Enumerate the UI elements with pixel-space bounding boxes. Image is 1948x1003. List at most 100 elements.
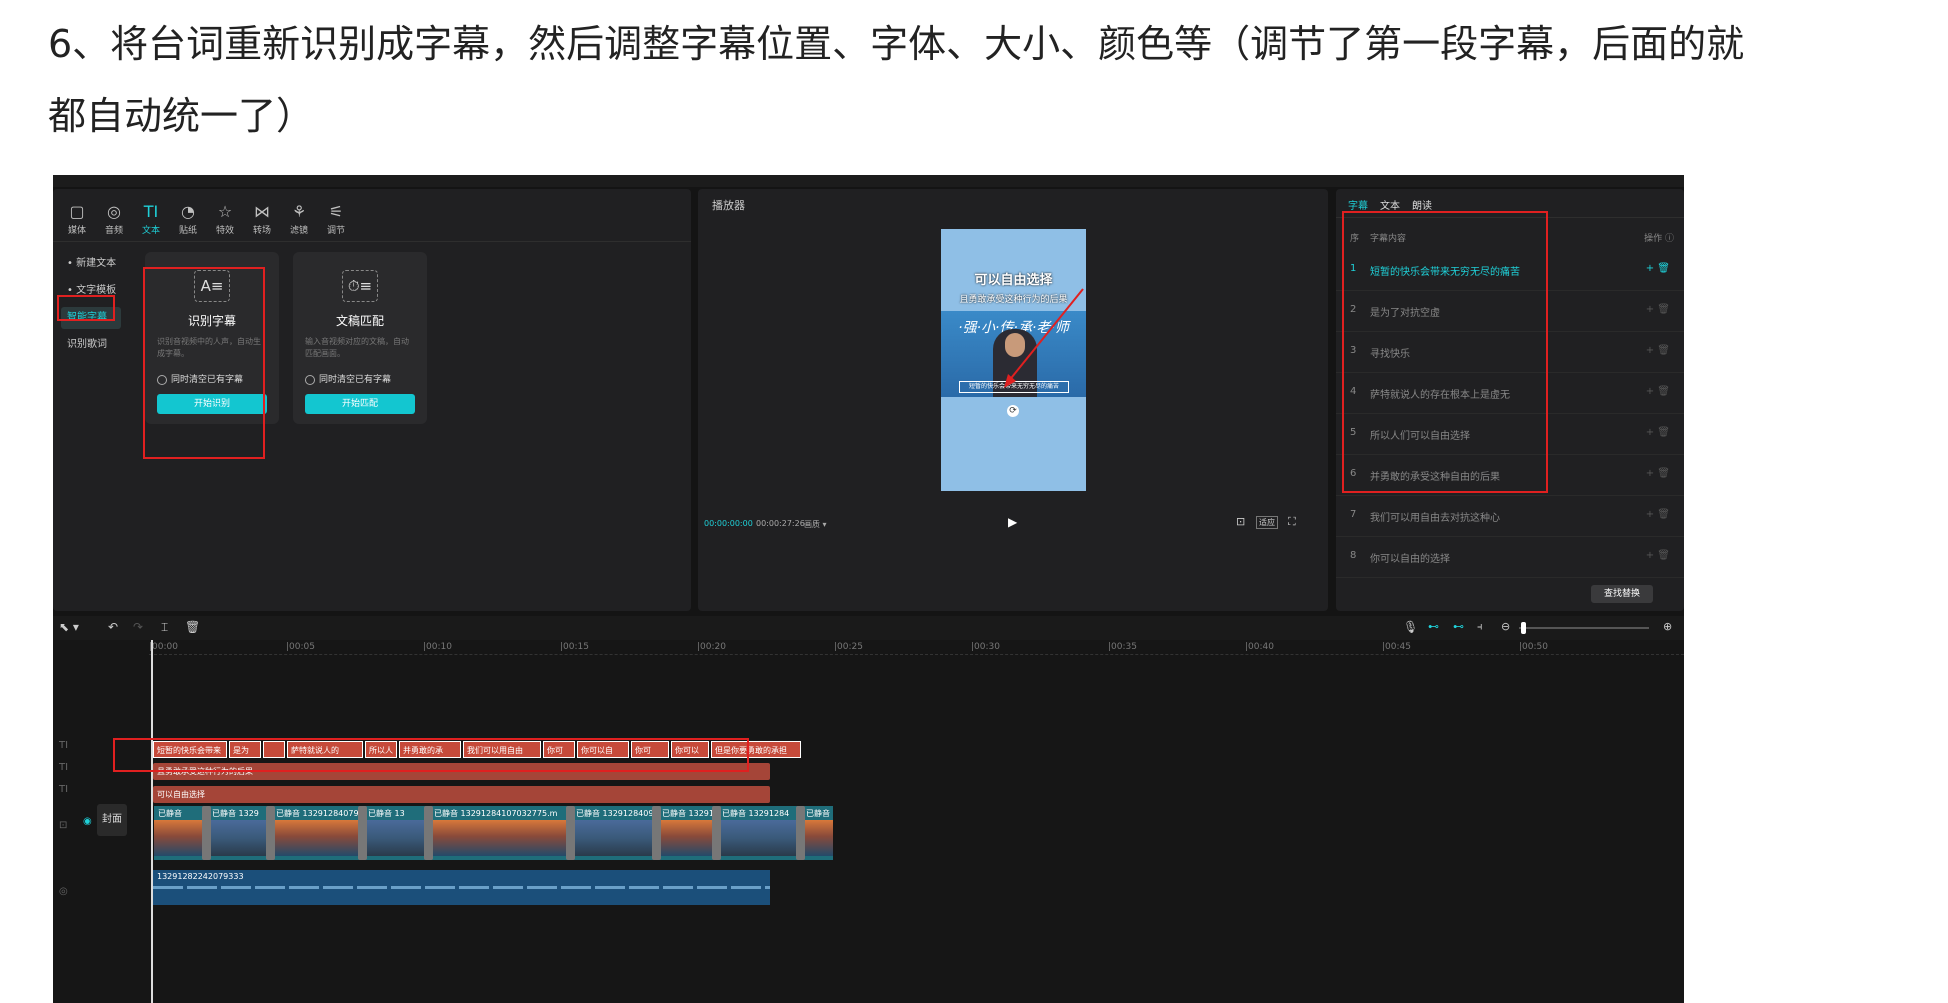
video-clip[interactable]: 已静音 132912840949 [571, 806, 657, 860]
tool-icon-6: ⚘ [291, 202, 307, 221]
microphone-icon[interactable]: 🎙 [1403, 620, 1418, 634]
transition-handle[interactable] [424, 806, 433, 860]
video-clip[interactable]: 已静音 132912840792 [271, 806, 363, 860]
row-actions-icon[interactable]: + 🗑 [1646, 550, 1670, 561]
tool-icon-2: TI [143, 202, 159, 221]
text-bar-2[interactable]: 可以自由选择 [153, 786, 770, 803]
audio-clip[interactable]: 13291282242079333 [153, 870, 770, 905]
ruler-tick-label: |00:00 [149, 642, 178, 652]
row-actions-icon[interactable]: + 🗑 [1646, 386, 1670, 397]
row-actions-icon[interactable]: + 🗑 [1646, 427, 1670, 438]
track-visibility-icon[interactable]: ◉ [83, 816, 92, 827]
script-match-card[interactable]: ⏱≡ 文稿匹配 输入音视频对应的文稿，自动匹配画面。 同时清空已有字幕 开始匹配 [293, 252, 427, 424]
redo-icon[interactable]: ↷ [133, 620, 143, 634]
transition-handle[interactable] [202, 806, 211, 860]
select-tool-icon[interactable]: ⬉ ▾ [59, 620, 79, 634]
video-clip-label: 已静音 13 [368, 809, 405, 818]
highlight-subtitle-track [113, 738, 749, 772]
transition-handle[interactable] [566, 806, 575, 860]
subtitle-tab-1[interactable]: 文本 [1380, 197, 1400, 212]
clear-subtitles-checkbox-2[interactable]: 同时清空已有字幕 [305, 372, 391, 385]
transition-handle[interactable] [266, 806, 275, 860]
audio-waveform [153, 886, 770, 889]
tool-label-7: 调节 [326, 226, 345, 236]
link-icon[interactable]: ⊷ [1453, 620, 1464, 633]
play-icon[interactable]: ▶ [1008, 515, 1017, 529]
quality-select[interactable]: 画质 ▾ [804, 519, 827, 530]
fullscreen-icon[interactable]: ⛶ [1288, 515, 1296, 529]
tool-3[interactable]: ◔ 贴纸 [168, 203, 208, 237]
transition-handle[interactable] [358, 806, 367, 860]
tool-5[interactable]: ⋈ 转场 [242, 203, 282, 237]
transition-handle[interactable] [796, 806, 805, 860]
current-time: 00:00:00:00 [704, 519, 753, 528]
subtitle-row[interactable]: 8 你可以自由的选择 + 🗑 [1336, 536, 1684, 578]
tool-2[interactable]: TI 文本 [131, 202, 171, 237]
text-track-icon-3: TI [59, 784, 69, 795]
find-replace-button[interactable]: 查找替换 [1591, 585, 1653, 603]
rotate-handle-icon[interactable]: ⟳ [1007, 405, 1019, 417]
ruler-tick-label: |00:50 [1519, 642, 1548, 652]
subtitle-tab-0[interactable]: 字幕 [1348, 197, 1368, 212]
audio-track-icon: ◎ [59, 886, 68, 897]
tool-7[interactable]: ⚟ 调节 [316, 202, 356, 237]
zoom-in-icon[interactable]: ⊕ [1663, 620, 1672, 633]
video-clip[interactable]: 已静音 1329128 [657, 806, 717, 860]
video-clip-label: 已静音 [158, 809, 182, 818]
tool-label-4: 特效 [215, 226, 234, 236]
tool-label-1: 音频 [104, 226, 123, 236]
video-thumbnail [208, 820, 271, 856]
clear-subtitles-label-2: 同时清空已有字幕 [319, 375, 392, 385]
tool-label-6: 滤镜 [289, 226, 308, 236]
subtitle-row-index: 7 [1350, 509, 1357, 520]
cover-button[interactable]: 封面 [97, 804, 127, 836]
tool-icon-7: ⚟ [328, 202, 344, 221]
delete-icon[interactable]: 🗑 [185, 620, 200, 634]
waveform-icon[interactable]: ⊡ [1236, 515, 1245, 528]
text-sidebar-item-3[interactable]: 识别歌词 [61, 334, 121, 356]
tool-4[interactable]: ☆ 特效 [205, 202, 245, 237]
subtitle-panel: 字幕 文本 朗读 序 字幕内容 操作 ⓘ 1 短暂的快乐会带来无穷无尽的痛苦 + 🗑 2 是… [1336, 189, 1684, 611]
transition-handle[interactable] [712, 806, 721, 860]
video-clip[interactable]: 已静音 13291284 [717, 806, 801, 860]
transition-handle[interactable] [652, 806, 661, 860]
start-match-button[interactable]: 开始匹配 [305, 394, 415, 414]
text-sidebar-item-0[interactable]: • 新建文本 [61, 253, 121, 275]
preview-axis-icon[interactable]: ⫞ [1477, 620, 1483, 634]
tool-icon-1: ◎ [107, 202, 121, 221]
row-actions-icon[interactable]: + 🗑 [1646, 468, 1670, 479]
tool-label-5: 转场 [252, 226, 271, 236]
zoom-slider[interactable] [1519, 622, 1649, 634]
video-clip[interactable]: 已静音 [153, 806, 207, 860]
caption-line-2: 都自动统一了） [48, 94, 315, 138]
timeline-area: |00:00 |00:05 |00:10 |00:15 |00:20 |00:25 |00:… [53, 640, 1684, 1003]
video-clip[interactable]: 已静音 1329 [207, 806, 271, 860]
row-actions-icon[interactable]: + 🗑 [1646, 263, 1670, 274]
subtitle-row[interactable]: 7 我们可以用自由去对抗这种心 + 🗑 [1336, 495, 1684, 537]
undo-icon[interactable]: ↶ [108, 620, 118, 634]
split-icon[interactable]: ⌶ [161, 620, 168, 635]
video-track: 已静音 已静音 1329 已静音 132912840792 已静音 13 已静音 132… [153, 806, 833, 860]
zoom-out-icon[interactable]: ⊖ [1501, 620, 1510, 633]
tool-1[interactable]: ◎ 音频 [94, 202, 134, 237]
tool-6[interactable]: ⚘ 滤镜 [279, 202, 319, 237]
tool-0[interactable]: ▢ 媒体 [57, 203, 97, 237]
video-thumbnail [802, 820, 833, 856]
tool-icon-4: ☆ [217, 202, 233, 221]
video-clip[interactable]: 已静音 13 [363, 806, 429, 860]
row-actions-icon[interactable]: + 🗑 [1646, 345, 1670, 356]
ratio-button[interactable]: 适应 [1256, 516, 1278, 529]
player-panel: 播放器 可以自由选择 且勇敢承受这种行为的后果 ·强·小·传·承·老·师 短暂的… [698, 189, 1328, 611]
ruler-tick-label: |00:05 [286, 642, 315, 652]
ruler-tick-label: |00:35 [1108, 642, 1137, 652]
row-actions-icon[interactable]: + 🗑 [1646, 304, 1670, 315]
video-clip[interactable]: 已静音 13291284107032775.m [429, 806, 571, 860]
row-actions-icon[interactable]: + 🗑 [1646, 509, 1670, 520]
window-titlebar [53, 175, 1684, 187]
ruler-tick-label: |00:10 [423, 642, 452, 652]
magnet-icon[interactable]: ⊷ [1428, 620, 1439, 633]
subtitle-row-index: 8 [1350, 550, 1357, 561]
zoom-slider-knob[interactable] [1521, 622, 1526, 634]
video-clip[interactable]: 已静音 [801, 806, 833, 860]
subtitle-tab-2[interactable]: 朗读 [1412, 197, 1432, 212]
